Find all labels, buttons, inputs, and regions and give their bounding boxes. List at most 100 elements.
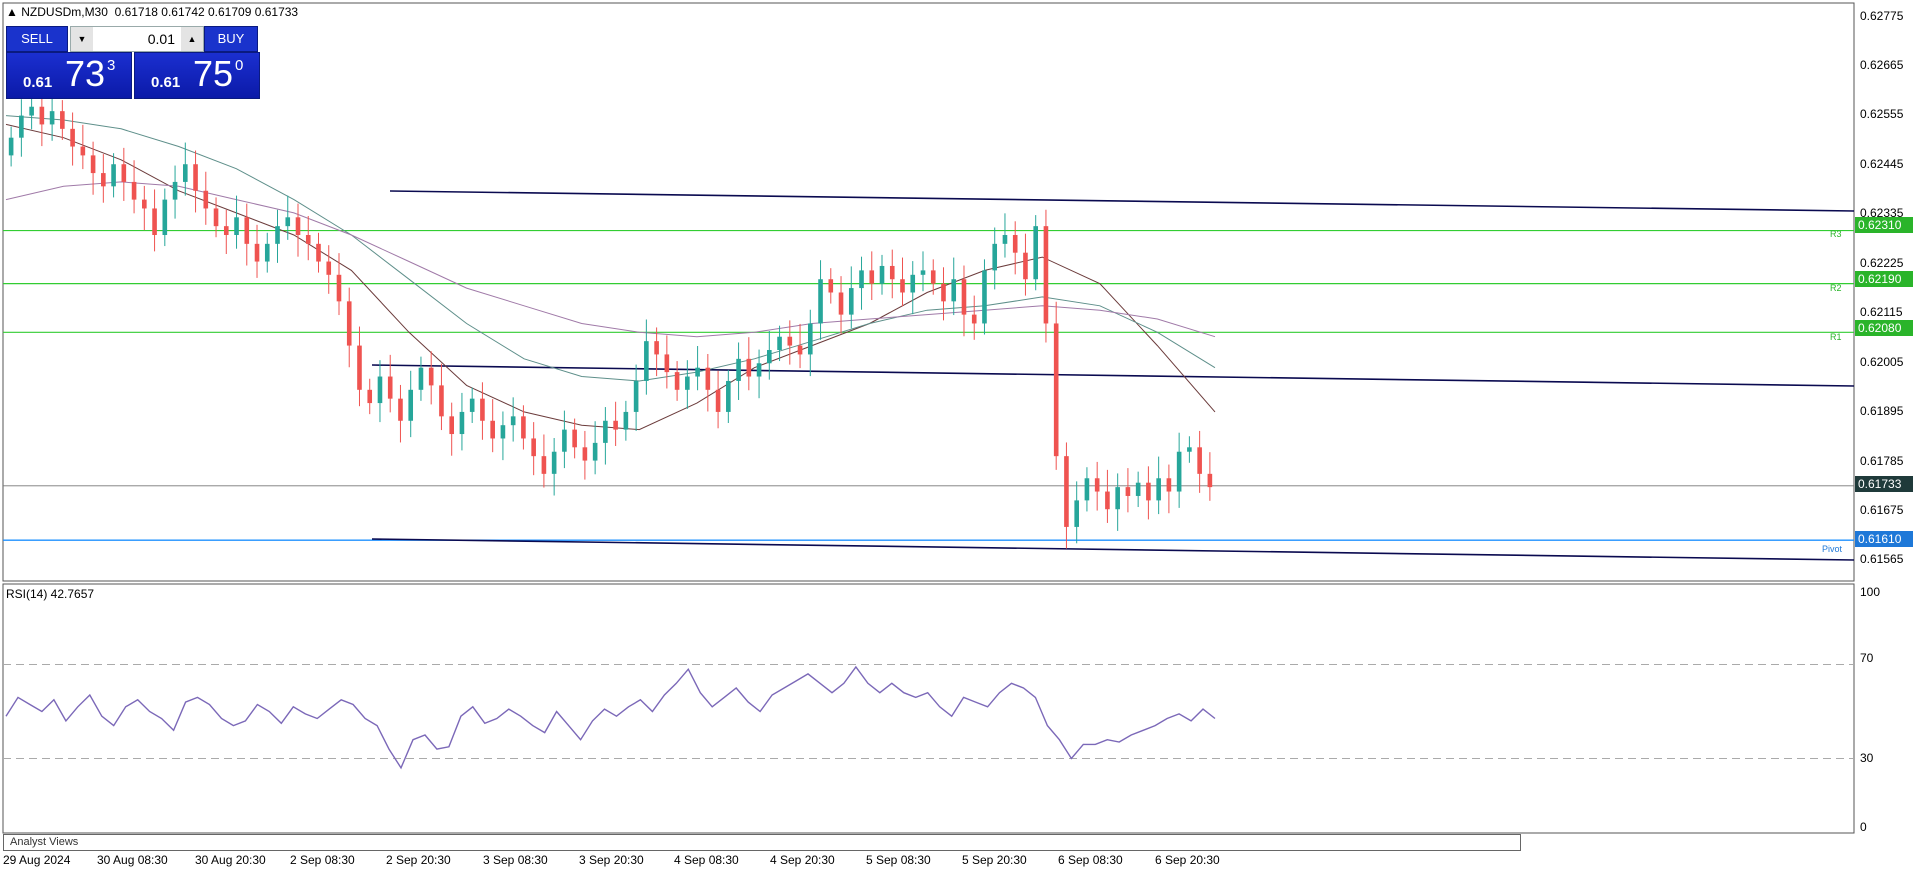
lot-size-stepper[interactable]: ▼ ▲ — [70, 26, 204, 52]
candle-body — [234, 217, 239, 235]
lot-size-input[interactable] — [95, 27, 179, 51]
candle-body — [592, 442, 598, 461]
candle-body — [408, 389, 414, 421]
time-tick-label: 29 Aug 2024 — [3, 853, 71, 867]
trend-line — [371, 364, 1855, 387]
candle-body — [336, 274, 342, 302]
analyst-views-panel[interactable]: Analyst Views — [3, 834, 1521, 851]
time-tick-label: 3 Sep 08:30 — [483, 853, 548, 867]
chevron-up-icon[interactable]: ▲ — [181, 27, 203, 51]
candle-body — [767, 350, 772, 364]
candle-body — [521, 416, 526, 439]
candle-body — [992, 243, 998, 271]
rsi-level-label: 100 — [1860, 585, 1881, 599]
sell-price-quote[interactable]: 0.61 73 3 — [6, 52, 132, 99]
candle-body — [541, 456, 547, 474]
chevron-down-icon[interactable]: ▼ — [71, 27, 93, 51]
candle-body — [582, 447, 588, 461]
level-r3-price-flag: 0.62310 — [1855, 217, 1913, 233]
candle-body — [1053, 323, 1059, 457]
candle-body — [510, 416, 516, 426]
candle-body — [490, 420, 495, 439]
level-r1-price-flag: 0.62080 — [1855, 320, 1913, 336]
time-tick-label: 2 Sep 20:30 — [386, 853, 451, 867]
sell-button[interactable]: SELL — [6, 26, 68, 52]
price-tick-label: 0.62115 — [1860, 305, 1903, 319]
candle-body — [377, 376, 383, 404]
buy-button[interactable]: BUY — [204, 26, 258, 52]
time-tick-label: 30 Aug 20:30 — [195, 853, 266, 867]
candle-body — [777, 336, 782, 350]
candle-body — [715, 389, 721, 412]
candle-body — [828, 279, 834, 293]
price-tick-label: 0.61785 — [1860, 454, 1904, 468]
candle-body — [807, 323, 813, 355]
candle-body — [101, 173, 106, 187]
buy-price-quote[interactable]: 0.61 75 0 — [134, 52, 260, 99]
candle-body — [1033, 226, 1039, 280]
sell-price-prefix: 0.61 — [23, 74, 53, 91]
level-r2-price-flag: 0.62190 — [1855, 271, 1913, 287]
candle-body — [982, 270, 987, 324]
candle-body — [1012, 235, 1018, 253]
candle-body — [439, 385, 444, 417]
candle-body — [910, 274, 916, 293]
chart-ohlc: 0.61718 0.61742 0.61709 0.61733 — [114, 5, 299, 19]
candle-body — [1074, 500, 1079, 527]
candle-body — [49, 111, 55, 125]
candle-body — [367, 389, 373, 404]
time-tick-label: 30 Aug 08:30 — [97, 853, 168, 867]
candle-body — [1064, 456, 1069, 527]
candle-body — [879, 265, 885, 284]
candle-body — [613, 420, 618, 430]
candle-body — [223, 226, 229, 235]
chart-symbol-icon: ▲ — [6, 5, 18, 19]
candle-body — [111, 164, 116, 187]
candle-body — [797, 345, 803, 355]
candle-body — [285, 217, 291, 227]
chart-canvas[interactable] — [0, 0, 1916, 874]
price-tick-label: 0.61895 — [1860, 404, 1904, 418]
price-tick-label: 0.62445 — [1860, 157, 1904, 171]
candle-body — [1146, 482, 1151, 501]
candle-body — [838, 292, 844, 315]
candle-body — [70, 128, 75, 147]
candle-body — [346, 301, 352, 346]
candle-body — [726, 380, 731, 412]
rsi-level-label: 0 — [1860, 820, 1867, 834]
current-price-flag: 0.61733 — [1855, 476, 1913, 492]
candle-body — [664, 354, 670, 373]
candle-body — [275, 226, 280, 244]
candle-body — [316, 243, 321, 262]
candle-body — [398, 398, 403, 421]
price-tick-label: 0.62555 — [1860, 107, 1904, 121]
candle-body — [674, 372, 680, 390]
pivot-tag: Pivot — [1822, 544, 1843, 554]
candle-body — [213, 208, 219, 227]
time-tick-label: 6 Sep 20:30 — [1155, 853, 1220, 867]
price-tick-label: 0.61675 — [1860, 503, 1904, 517]
candle-body — [203, 190, 209, 209]
candle-body — [142, 199, 147, 209]
candle-body — [428, 367, 434, 386]
one-click-trade-panel: SELL ▼ ▲ BUY 0.61 73 3 0.61 75 0 — [6, 26, 260, 99]
candle-body — [941, 283, 946, 302]
candle-body — [889, 265, 895, 280]
candle-body — [1176, 451, 1182, 492]
candle-body — [80, 146, 86, 156]
candle-body — [1197, 447, 1202, 474]
pivot-price-flag: 0.61610 — [1855, 531, 1913, 547]
candle-body — [1002, 235, 1008, 244]
price-tick-label: 0.62665 — [1860, 58, 1904, 72]
candle-body — [1043, 226, 1049, 324]
sell-price-fraction: 3 — [107, 57, 116, 74]
price-tick-label: 0.61565 — [1860, 552, 1904, 566]
time-tick-label: 2 Sep 08:30 — [290, 853, 355, 867]
candle-body — [685, 376, 690, 390]
level-r3-tag: R3 — [1830, 229, 1842, 239]
candle-body — [19, 115, 24, 138]
time-tick-label: 5 Sep 20:30 — [962, 853, 1027, 867]
candle-body — [162, 199, 168, 235]
candle-body — [633, 380, 639, 412]
time-tick-label: 4 Sep 20:30 — [770, 853, 835, 867]
